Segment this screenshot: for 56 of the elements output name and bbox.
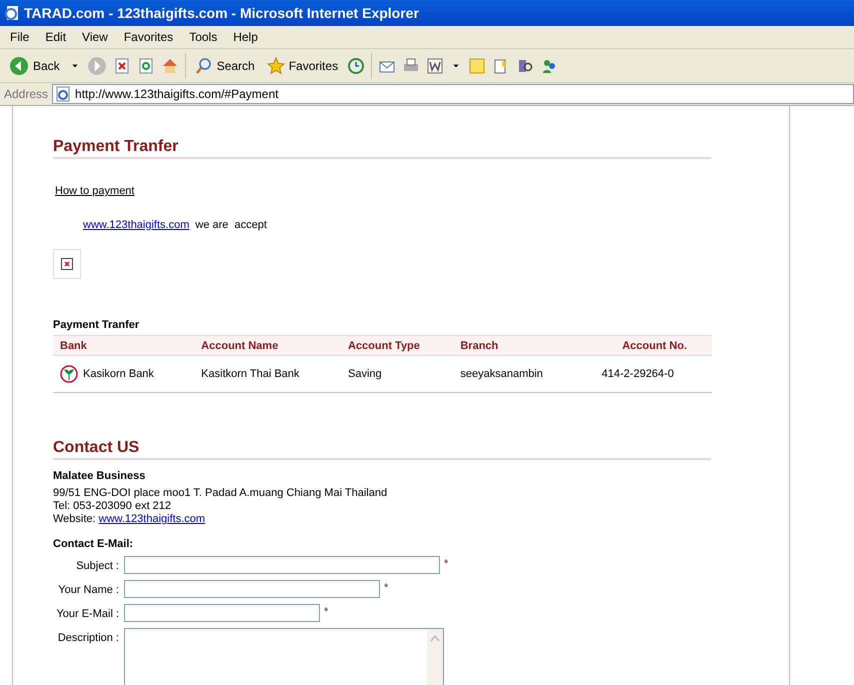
section-heading: Contact US xyxy=(53,439,711,460)
column-header: Account Type xyxy=(340,336,454,356)
favorites-button[interactable]: Favorites xyxy=(264,54,342,76)
broken-image-icon xyxy=(53,249,81,279)
page-icon xyxy=(55,86,72,102)
window-title: TARAD.com - 123thaigifts.com - Microsoft Internet Explorer xyxy=(24,5,419,21)
field-label: Your E-Mail : xyxy=(55,607,120,620)
table-cell: Kasikorn Bank xyxy=(83,368,154,380)
menu-item[interactable]: Tools xyxy=(181,30,226,44)
column-header: Account Name xyxy=(194,336,341,356)
menu-item[interactable]: Edit xyxy=(37,30,74,44)
edit-icon[interactable] xyxy=(426,56,444,74)
column-header: Account No. xyxy=(580,336,712,356)
back-button[interactable]: Back xyxy=(6,54,63,78)
required-mark: * xyxy=(323,605,328,618)
table-cell: seeyaksanambin xyxy=(453,356,580,392)
column-header: Branch xyxy=(453,336,580,356)
required-mark: * xyxy=(383,581,388,594)
description-field[interactable] xyxy=(124,628,444,685)
refresh-icon[interactable] xyxy=(136,56,155,74)
company-name: Malatee Business xyxy=(53,470,146,482)
input-field[interactable] xyxy=(124,604,320,622)
browser-icon xyxy=(4,5,20,21)
accept-text: we are accept xyxy=(195,219,267,231)
table-cell: 414-2-29264-0 xyxy=(580,356,712,392)
input-field[interactable] xyxy=(124,580,380,598)
required-mark: * xyxy=(443,557,448,570)
menu-item[interactable]: File xyxy=(2,30,38,44)
field-label: Subject : xyxy=(75,559,120,572)
website-label: Website: xyxy=(53,513,96,525)
menu-item[interactable]: Favorites xyxy=(116,30,182,44)
search-button[interactable]: Search xyxy=(192,54,258,76)
menu-item[interactable]: View xyxy=(74,30,116,44)
table-cell: Kasitkorn Thai Bank xyxy=(194,356,341,392)
address-text: 99/51 ENG-DOI place moo1 T. Padad A.muang Chiang Mai Thailand xyxy=(53,487,388,500)
history-icon[interactable] xyxy=(347,56,366,74)
search-icon xyxy=(194,56,213,74)
input-field[interactable] xyxy=(124,556,440,574)
website-link[interactable]: www.123thaigifts.com xyxy=(98,513,206,525)
field-label: Your Name : xyxy=(57,583,120,596)
menu-item[interactable]: Help xyxy=(225,30,266,44)
home-icon[interactable] xyxy=(160,56,179,74)
form-title: Contact E-Mail: xyxy=(53,538,134,550)
bank-logo-icon xyxy=(60,365,78,383)
address-label: Address xyxy=(4,87,48,101)
section-heading: Payment Tranfer xyxy=(53,138,711,159)
star-icon xyxy=(266,56,285,74)
column-header: Bank xyxy=(53,336,194,356)
table-title: Payment Tranfer xyxy=(53,319,140,331)
phone-text: Tel: 053-203090 ext 212 xyxy=(53,500,172,513)
how-to-link[interactable]: How to payment xyxy=(55,185,134,197)
site-link[interactable]: www.123thaigifts.com xyxy=(83,219,190,231)
address-field[interactable]: http://www.123thaigifts.com/#Payment xyxy=(52,84,854,104)
field-label: Description : xyxy=(56,631,120,644)
table-cell: Saving xyxy=(340,356,454,392)
stop-icon[interactable] xyxy=(112,56,131,74)
